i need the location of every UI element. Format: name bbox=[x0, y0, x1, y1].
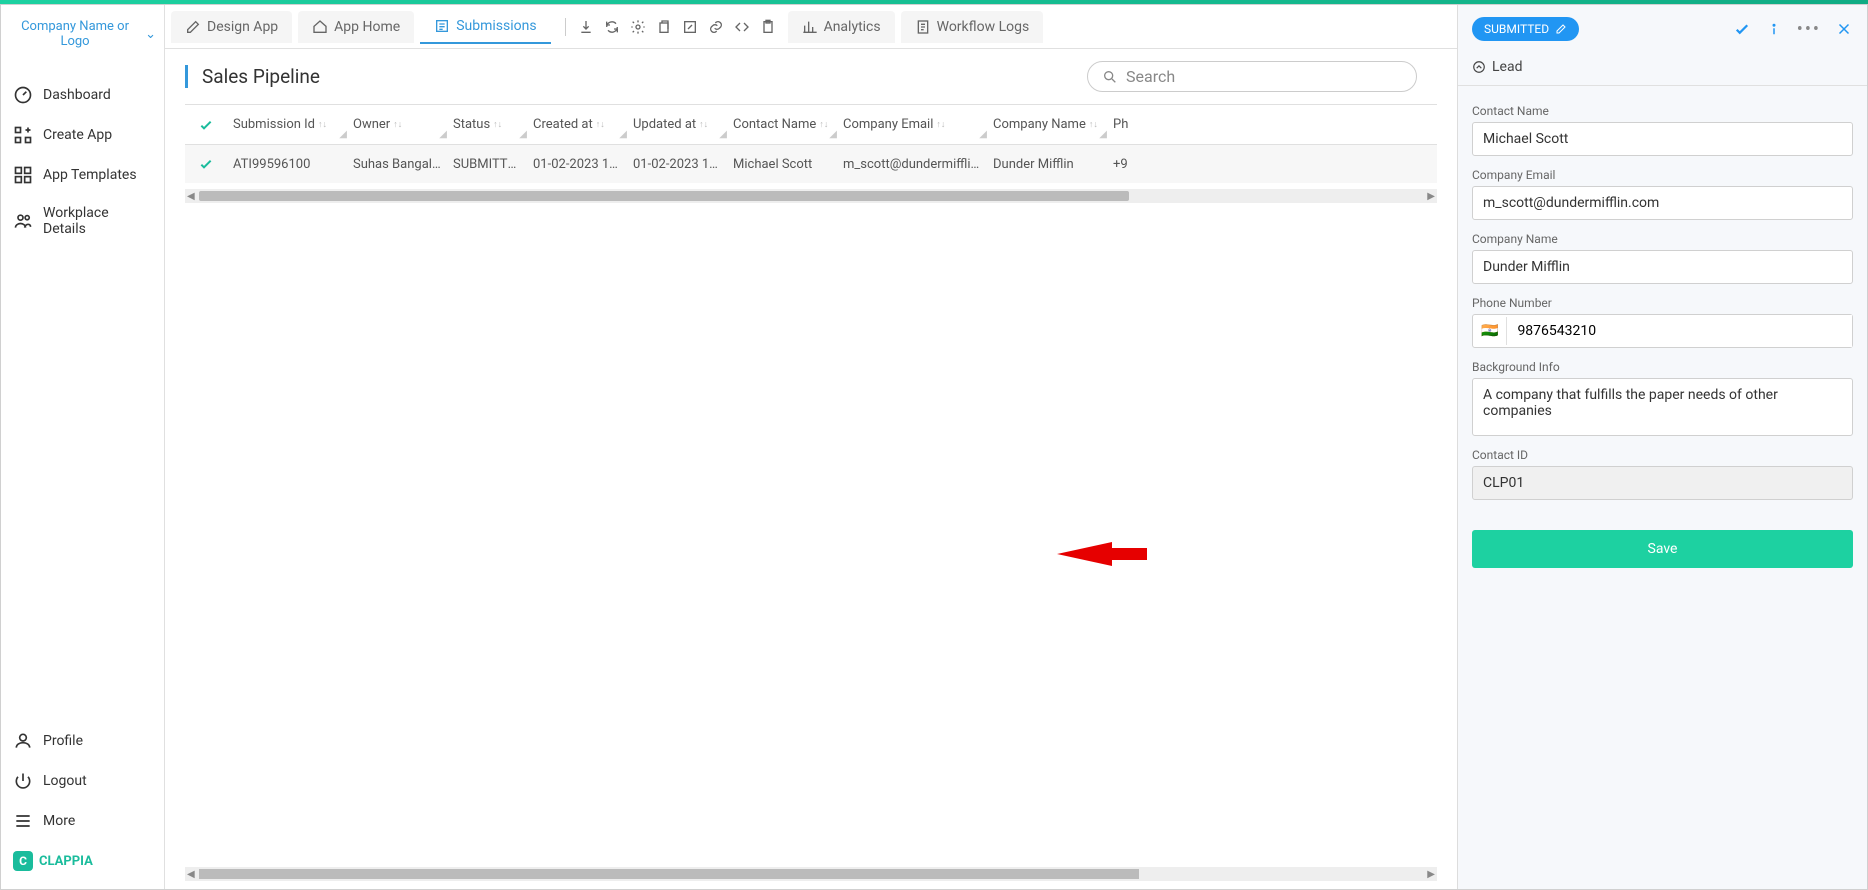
status-badge[interactable]: SUBMITTED bbox=[1472, 17, 1579, 41]
row-check[interactable] bbox=[185, 156, 227, 172]
edit-icon bbox=[185, 19, 201, 35]
col-status[interactable]: Status↑↓◢ bbox=[447, 109, 527, 140]
scroll-thumb[interactable] bbox=[199, 869, 1139, 879]
nav-logout[interactable]: Logout bbox=[1, 761, 164, 801]
input-company-name[interactable] bbox=[1472, 250, 1853, 284]
input-phone-wrap[interactable]: 🇮🇳 bbox=[1472, 314, 1853, 348]
label-contact-id: Contact ID bbox=[1472, 448, 1853, 462]
info-icon[interactable] bbox=[1765, 20, 1783, 38]
nav-dashboard[interactable]: Dashboard bbox=[1, 75, 164, 115]
table-header: Submission Id↑↓◢ Owner↑↓◢ Status↑↓◢ Crea… bbox=[185, 105, 1437, 145]
tab-workflow-logs[interactable]: Workflow Logs bbox=[901, 11, 1044, 43]
clipboard-icon[interactable] bbox=[760, 19, 776, 35]
submissions-table: Submission Id↑↓◢ Owner↑↓◢ Status↑↓◢ Crea… bbox=[185, 104, 1437, 183]
page-title: Sales Pipeline bbox=[185, 65, 320, 88]
cell-created-at: 01-02-2023 17:56 bbox=[527, 149, 627, 180]
cell-contact-name: Michael Scott bbox=[727, 149, 837, 180]
submissions-toolbar bbox=[557, 18, 782, 36]
tab-submissions[interactable]: Submissions bbox=[420, 10, 550, 44]
cell-company-email: m_scott@dundermifflin.com bbox=[837, 149, 987, 180]
download-icon[interactable] bbox=[578, 19, 594, 35]
app-tabs: Design App App Home Submissions bbox=[165, 5, 1457, 49]
tab-design-app[interactable]: Design App bbox=[171, 11, 292, 43]
col-created-at[interactable]: Created at↑↓◢ bbox=[527, 109, 627, 140]
company-label: Company Name or Logo bbox=[9, 19, 141, 49]
nav-workplace-details[interactable]: Workplace Details bbox=[1, 195, 164, 247]
label-contact-name: Contact Name bbox=[1472, 104, 1853, 118]
page-hscroll[interactable]: ◀ ▶ bbox=[185, 867, 1437, 881]
col-phone[interactable]: Ph bbox=[1107, 109, 1167, 140]
scroll-thumb[interactable] bbox=[199, 191, 1129, 201]
nav-more[interactable]: More bbox=[1, 801, 164, 841]
cell-status: SUBMITTED bbox=[447, 149, 527, 180]
nav-app-templates[interactable]: App Templates bbox=[1, 155, 164, 195]
check-icon bbox=[198, 117, 214, 133]
tab-analytics[interactable]: Analytics bbox=[788, 11, 895, 43]
table-hscroll[interactable]: ◀ ▶ bbox=[185, 189, 1437, 203]
list-icon bbox=[434, 18, 450, 34]
pencil-icon bbox=[1555, 23, 1567, 35]
label-company-email: Company Email bbox=[1472, 168, 1853, 182]
edit-square-icon[interactable] bbox=[682, 19, 698, 35]
cell-company-name: Dunder Mifflin bbox=[987, 149, 1107, 180]
col-updated-at[interactable]: Updated at↑↓◢ bbox=[627, 109, 727, 140]
refresh-icon[interactable] bbox=[604, 19, 620, 35]
approve-icon[interactable] bbox=[1733, 20, 1751, 38]
col-company-name[interactable]: Company Name↑↓◢ bbox=[987, 109, 1107, 140]
col-owner[interactable]: Owner↑↓◢ bbox=[347, 109, 447, 140]
nav-profile[interactable]: Profile bbox=[1, 721, 164, 761]
gear-icon[interactable] bbox=[630, 19, 646, 35]
copy-icon[interactable] bbox=[656, 19, 672, 35]
col-company-email[interactable]: Company Email↑↓◢ bbox=[837, 109, 987, 140]
search-icon bbox=[1102, 69, 1118, 85]
cell-updated-at: 01-02-2023 17:56 bbox=[627, 149, 727, 180]
power-icon bbox=[13, 771, 33, 791]
input-phone[interactable] bbox=[1507, 315, 1852, 347]
link-icon[interactable] bbox=[708, 19, 724, 35]
tab-app-home[interactable]: App Home bbox=[298, 11, 414, 43]
cell-submission-id: ATI99596100 bbox=[227, 149, 347, 180]
company-selector[interactable]: Company Name or Logo ⌄ bbox=[1, 5, 164, 63]
table-row[interactable]: ATI99596100 Suhas Bangalore SUBMITTED 01… bbox=[185, 145, 1437, 183]
cell-owner: Suhas Bangalore bbox=[347, 149, 447, 180]
nav-create-app[interactable]: Create App bbox=[1, 115, 164, 155]
more-icon[interactable]: ••• bbox=[1797, 19, 1821, 40]
check-icon bbox=[198, 156, 214, 172]
gauge-icon bbox=[13, 85, 33, 105]
col-contact-name[interactable]: Contact Name↑↓◢ bbox=[727, 109, 837, 140]
home-icon bbox=[312, 19, 328, 35]
brand-logo: C CLAPPIA bbox=[1, 841, 164, 881]
code-icon[interactable] bbox=[734, 19, 750, 35]
scroll-right-icon[interactable]: ▶ bbox=[1425, 867, 1437, 882]
detail-panel: SUBMITTED ••• Lead Contact Name Company … bbox=[1457, 5, 1867, 889]
save-button[interactable]: Save bbox=[1472, 530, 1853, 568]
label-company-name: Company Name bbox=[1472, 232, 1853, 246]
grid-plus-icon bbox=[13, 125, 33, 145]
brand-icon: C bbox=[13, 851, 33, 871]
col-submission-id[interactable]: Submission Id↑↓◢ bbox=[227, 109, 347, 140]
log-icon bbox=[915, 19, 931, 35]
people-icon bbox=[13, 211, 33, 231]
scroll-left-icon[interactable]: ◀ bbox=[185, 189, 197, 204]
chevron-up-circle-icon bbox=[1472, 60, 1486, 74]
flag-icon[interactable]: 🇮🇳 bbox=[1473, 317, 1507, 345]
label-background: Background Info bbox=[1472, 360, 1853, 374]
user-icon bbox=[13, 731, 33, 751]
select-all-check[interactable] bbox=[185, 117, 227, 133]
input-contact-id bbox=[1472, 466, 1853, 500]
input-background[interactable] bbox=[1472, 378, 1853, 436]
input-contact-name[interactable] bbox=[1472, 122, 1853, 156]
search-input[interactable]: Search bbox=[1087, 61, 1417, 92]
scroll-left-icon[interactable]: ◀ bbox=[185, 867, 197, 882]
cell-phone: +9 bbox=[1107, 149, 1167, 180]
chevron-down-icon: ⌄ bbox=[145, 27, 156, 42]
section-lead[interactable]: Lead bbox=[1458, 53, 1867, 86]
label-phone: Phone Number bbox=[1472, 296, 1853, 310]
menu-icon bbox=[13, 811, 33, 831]
scroll-right-icon[interactable]: ▶ bbox=[1425, 189, 1437, 204]
input-company-email[interactable] bbox=[1472, 186, 1853, 220]
chart-icon bbox=[802, 19, 818, 35]
templates-icon bbox=[13, 165, 33, 185]
close-icon[interactable] bbox=[1835, 20, 1853, 38]
